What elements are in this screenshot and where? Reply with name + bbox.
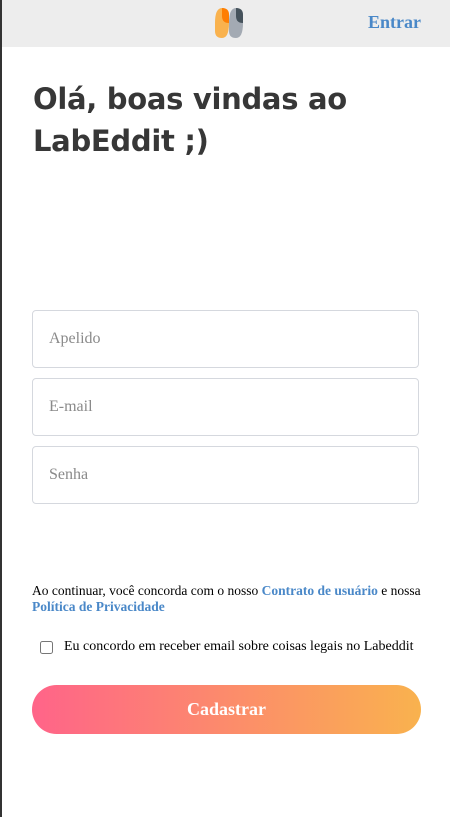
newsletter-consent-row: Eu concordo em receber email sobre coisa… (39, 639, 413, 655)
nickname-input[interactable] (32, 310, 419, 368)
login-link[interactable]: Entrar (368, 12, 421, 33)
signup-button[interactable]: Cadastrar (32, 685, 421, 734)
terms-prefix: Ao continuar, você concorda com o nosso (32, 583, 262, 598)
terms-middle: e nossa (377, 583, 421, 598)
left-border (0, 0, 2, 817)
privacy-policy-link[interactable]: Política de Privacidade (32, 599, 165, 614)
email-input[interactable] (32, 378, 419, 436)
newsletter-checkbox[interactable] (40, 640, 53, 654)
labeddit-logo-icon (215, 8, 243, 38)
page-title: Olá, boas vindas ao LabEddit ;) (33, 82, 347, 158)
password-input[interactable] (32, 446, 419, 504)
terms-text: Ao continuar, você concorda com o nosso … (32, 583, 422, 615)
header-bar: Entrar (2, 0, 450, 47)
user-agreement-link[interactable]: Contrato de usuário (262, 583, 378, 598)
newsletter-label[interactable]: Eu concordo em receber email sobre coisa… (64, 639, 413, 655)
